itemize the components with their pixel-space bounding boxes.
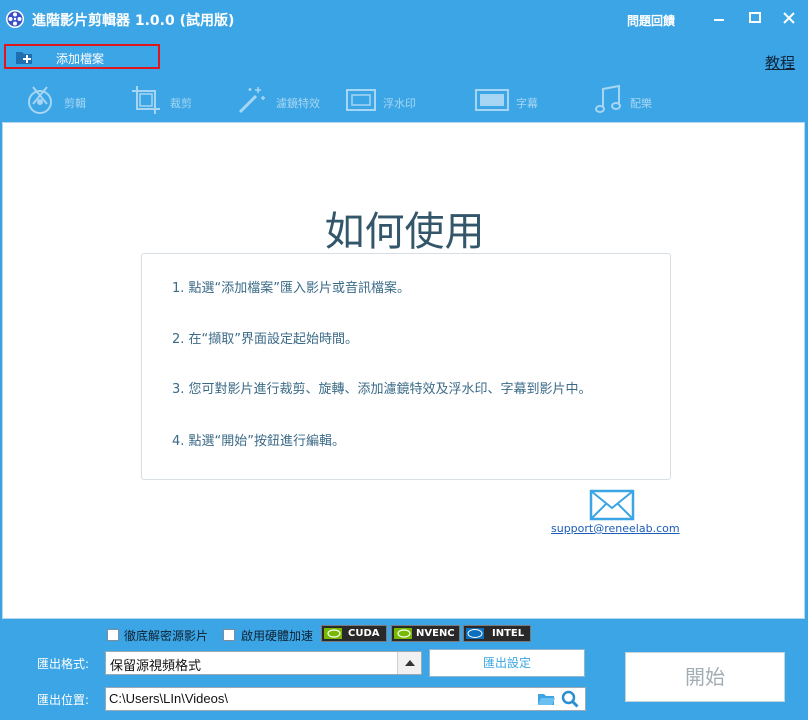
- intel-icon: [466, 628, 484, 639]
- decrypt-label: 徹底解密源影片: [124, 629, 209, 643]
- steps-panel: 1. 點選“添加檔案”匯入影片或音訊檔案。 2. 在“擷取”界面設定起始時間。 …: [141, 253, 671, 480]
- menu-bar: 添加檔案 教程: [0, 38, 808, 78]
- search-icon[interactable]: [561, 690, 579, 708]
- folder-icon[interactable]: [537, 691, 555, 707]
- minimize-icon[interactable]: [708, 8, 730, 28]
- add-file-button[interactable]: 添加檔案: [4, 44, 160, 69]
- export-settings-button[interactable]: 匯出設定: [429, 649, 585, 677]
- tutorial-link[interactable]: 教程: [765, 52, 795, 73]
- format-label: 匯出格式:: [37, 657, 90, 671]
- film-reel-icon: [6, 10, 24, 28]
- export-panel: 徹底解密源影片 啟用硬體加速 CUDA NVENC INTEL 匯出格式: 保留…: [0, 620, 808, 720]
- tool-subtitle[interactable]: 字幕: [474, 84, 544, 116]
- tool-watermark-label: 浮水印: [383, 97, 416, 110]
- tool-filter[interactable]: 濾鏡特效: [236, 84, 331, 116]
- tool-music-label: 配樂: [630, 97, 652, 110]
- start-button[interactable]: 開始: [625, 652, 785, 702]
- app-title: 進階影片剪輯器 1.0.0 (試用版): [32, 13, 235, 29]
- step-1: 1. 點選“添加檔案”匯入影片或音訊檔案。: [172, 281, 411, 296]
- add-file-label: 添加檔案: [56, 52, 105, 66]
- location-label: 匯出位置:: [37, 693, 90, 707]
- export-path-value: C:\Users\LIn\Videos\: [109, 691, 228, 706]
- feedback-link[interactable]: 問題回饋: [627, 12, 675, 29]
- triangle-up-icon: [405, 660, 415, 666]
- gpu-nvenc-label: NVENC: [416, 628, 455, 639]
- format-select[interactable]: 保留源視頻格式: [105, 651, 422, 675]
- tool-watermark[interactable]: 浮水印: [345, 84, 430, 116]
- tool-crop-label: 裁剪: [170, 97, 192, 110]
- close-icon[interactable]: [778, 8, 800, 28]
- watermark-icon: [346, 89, 376, 111]
- step-2: 2. 在“擷取”界面設定起始時間。: [172, 332, 359, 347]
- music-note-icon: [595, 84, 621, 113]
- magic-wand-icon: [238, 87, 265, 114]
- export-path-field[interactable]: C:\Users\LIn\Videos\: [105, 687, 586, 711]
- maximize-icon[interactable]: [744, 8, 766, 28]
- tool-cut[interactable]: 剪輯: [24, 84, 94, 116]
- tool-music[interactable]: 配樂: [592, 84, 662, 116]
- tool-filter-label: 濾鏡特效: [276, 97, 320, 110]
- hw-accel-checkbox[interactable]: [223, 629, 235, 641]
- format-dropdown-button[interactable]: [397, 652, 421, 674]
- gpu-intel-badge[interactable]: INTEL: [463, 625, 531, 642]
- howto-title: 如何使用: [324, 209, 485, 255]
- tool-subtitle-label: 字幕: [516, 97, 538, 110]
- gpu-nvenc-badge[interactable]: NVENC: [391, 625, 460, 642]
- envelope-icon[interactable]: [589, 489, 635, 521]
- title-bar: 進階影片剪輯器 1.0.0 (試用版) 問題回饋: [0, 0, 808, 38]
- main-content: 如何使用 1. 點選“添加檔案”匯入影片或音訊檔案。 2. 在“擷取”界面設定起…: [2, 122, 805, 619]
- nvidia-icon: [324, 628, 342, 639]
- decrypt-checkbox[interactable]: [107, 629, 119, 641]
- format-value: 保留源視頻格式: [110, 659, 202, 674]
- subtitle-icon: [475, 89, 509, 111]
- gpu-cuda-label: CUDA: [348, 628, 380, 639]
- step-4: 4. 點選“開始”按鈕進行編輯。: [172, 434, 346, 449]
- hw-accel-label: 啟用硬體加速: [241, 629, 314, 643]
- gpu-cuda-badge[interactable]: CUDA: [321, 625, 387, 642]
- edit-toolbar: 剪輯 裁剪 濾鏡特效 浮水印 字幕 配樂: [0, 78, 808, 122]
- step-3: 3. 您可對影片進行裁剪、旋轉、添加濾鏡特效及浮水印、字幕到影片中。: [172, 382, 592, 397]
- support-email-link[interactable]: support@reneelab.com: [551, 522, 680, 535]
- crop-icon: [132, 86, 160, 114]
- nvidia-icon: [394, 628, 412, 639]
- tool-crop[interactable]: 裁剪: [130, 84, 200, 116]
- gpu-intel-label: INTEL: [492, 628, 525, 639]
- tool-cut-label: 剪輯: [64, 97, 86, 110]
- add-folder-icon: [16, 52, 32, 64]
- scissors-reel-icon: [28, 86, 52, 114]
